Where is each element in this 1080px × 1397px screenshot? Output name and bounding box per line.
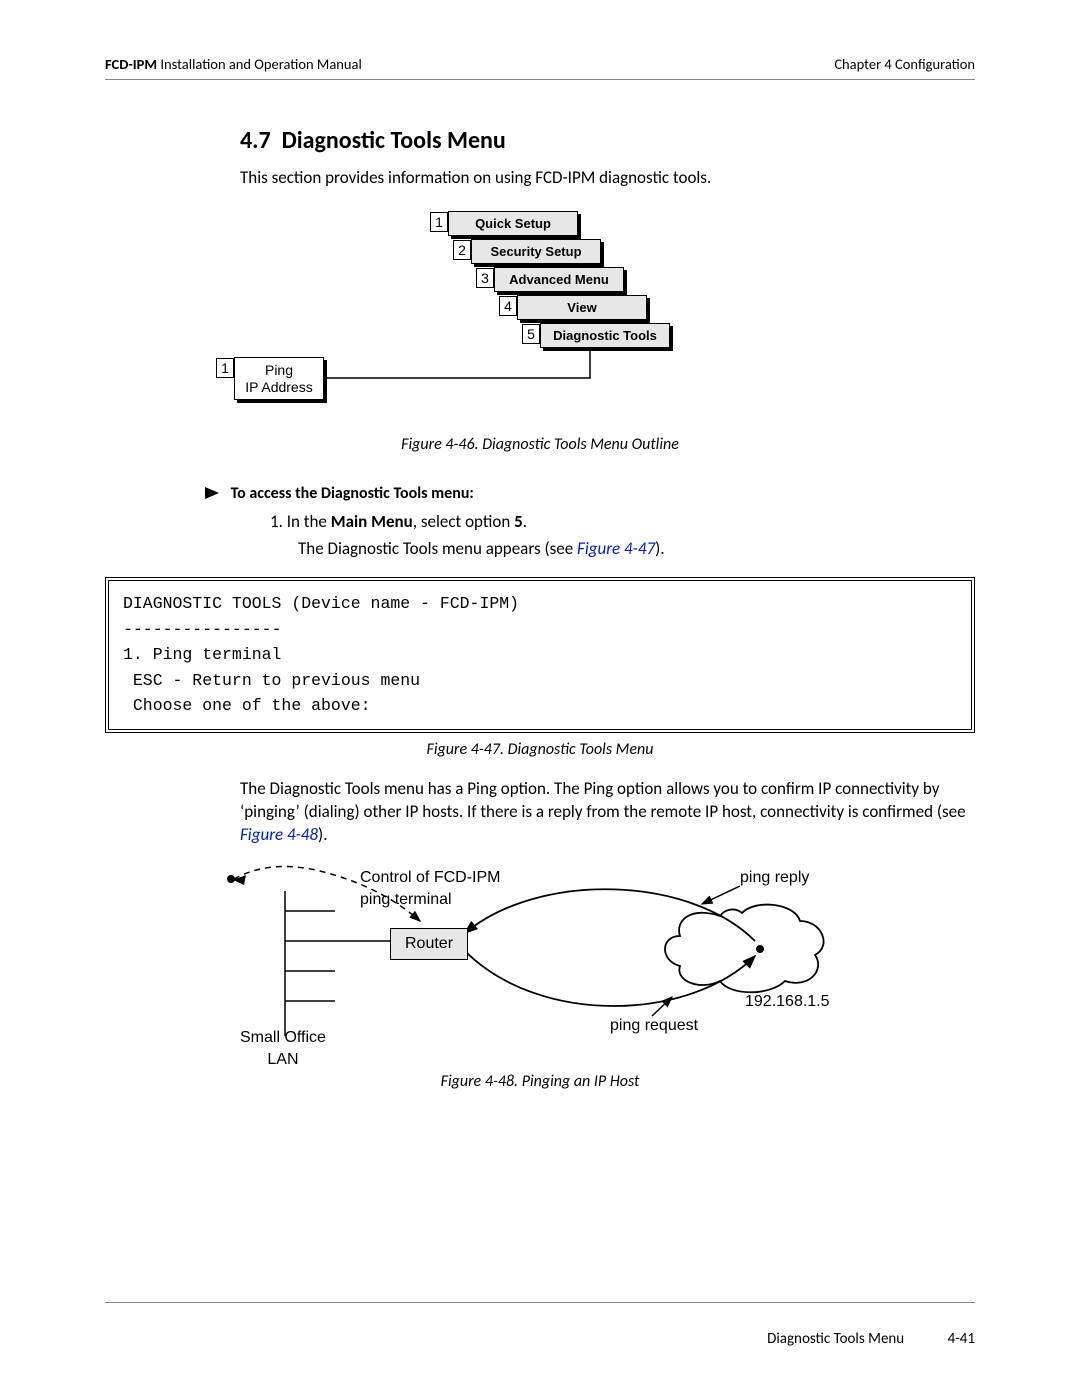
page-footer: Diagnostic Tools Menu 4-41: [105, 1302, 975, 1349]
header-chapter: Chapter 4 Configuration: [834, 55, 975, 75]
menu-num-3: 3: [476, 268, 494, 288]
figure-48-link[interactable]: Figure 4-48: [240, 824, 318, 845]
step1-end: .: [523, 511, 527, 532]
step1-option-number: 5: [514, 511, 523, 532]
procedure-step-1: 1. In the Main Menu, select option 5.: [270, 511, 975, 534]
figure-48-diagram: Router Control of FCD-IPM ping terminal …: [220, 861, 860, 1071]
step1-post: , select option: [413, 511, 514, 532]
terminal-screen-fig47: DIAGNOSTIC TOOLS (Device name - FCD-IPM)…: [105, 577, 975, 733]
ping-description: The Diagnostic Tools menu has a Ping opt…: [240, 778, 975, 847]
menu-advanced-menu: Advanced Menu: [494, 267, 624, 293]
figure-48-caption: Figure 4-48. Pinging an IP Host: [105, 1071, 975, 1093]
router-box: Router: [390, 928, 468, 960]
step1-pre: 1. In the: [270, 511, 331, 532]
procedure-lead-text: To access the Diagnostic Tools menu:: [231, 484, 474, 503]
figure-46-caption: Figure 4-46. Diagnostic Tools Menu Outli…: [105, 434, 975, 456]
ping-desc-post: ).: [318, 824, 327, 845]
arrow-icon: [205, 487, 219, 499]
section-intro: This section provides information on usi…: [240, 167, 975, 190]
menu-view: View: [517, 295, 647, 321]
header-product: FCD-IPM: [105, 55, 157, 73]
menu-num-1: 1: [430, 212, 448, 232]
submenu-ping-ip: Ping IP Address: [234, 357, 324, 401]
control-label: Control of FCD-IPM ping terminal: [360, 867, 500, 910]
ping-request-label: ping request: [610, 1015, 698, 1037]
figure-47-caption: Figure 4-47. Diagnostic Tools Menu: [105, 739, 975, 761]
submenu-line2: IP Address: [245, 379, 312, 395]
ping-reply-label: ping reply: [740, 867, 809, 889]
procedure-result: The Diagnostic Tools menu appears (see F…: [298, 538, 975, 561]
step1-main-menu: Main Menu: [331, 511, 413, 532]
section-heading: 4.7 Diagnostic Tools Menu: [240, 125, 975, 157]
menu-num-2: 2: [453, 240, 471, 260]
result-pre: The Diagnostic Tools menu appears (see: [298, 538, 577, 559]
section-number: 4.7: [240, 126, 271, 155]
submenu-line1: Ping: [265, 362, 293, 378]
ping-desc-pre: The Diagnostic Tools menu has a Ping opt…: [240, 778, 966, 822]
submenu-num-1: 1: [216, 358, 234, 378]
result-post: ).: [655, 538, 664, 559]
menu-num-5: 5: [522, 324, 540, 344]
header-doc: Installation and Operation Manual: [160, 55, 361, 73]
menu-quick-setup: Quick Setup: [448, 211, 578, 237]
procedure-lead: To access the Diagnostic Tools menu:: [205, 483, 975, 505]
figure-47-link[interactable]: Figure 4-47: [577, 538, 655, 559]
page-header: FCD-IPM Installation and Operation Manua…: [105, 55, 975, 80]
footer-title: Diagnostic Tools Menu: [767, 1330, 904, 1348]
footer-page-number: 4-41: [948, 1330, 975, 1348]
figure-46-diagram: 1 Quick Setup 2 Security Setup 3 Advance…: [190, 208, 890, 428]
section-title-text: Diagnostic Tools Menu: [282, 126, 506, 155]
menu-security-setup: Security Setup: [471, 239, 601, 265]
menu-diagnostic-tools: Diagnostic Tools: [540, 323, 670, 349]
ip-address-label: 192.168.1.5: [745, 991, 830, 1013]
lan-label: Small Office LAN: [240, 1027, 326, 1070]
menu-num-4: 4: [499, 296, 517, 316]
